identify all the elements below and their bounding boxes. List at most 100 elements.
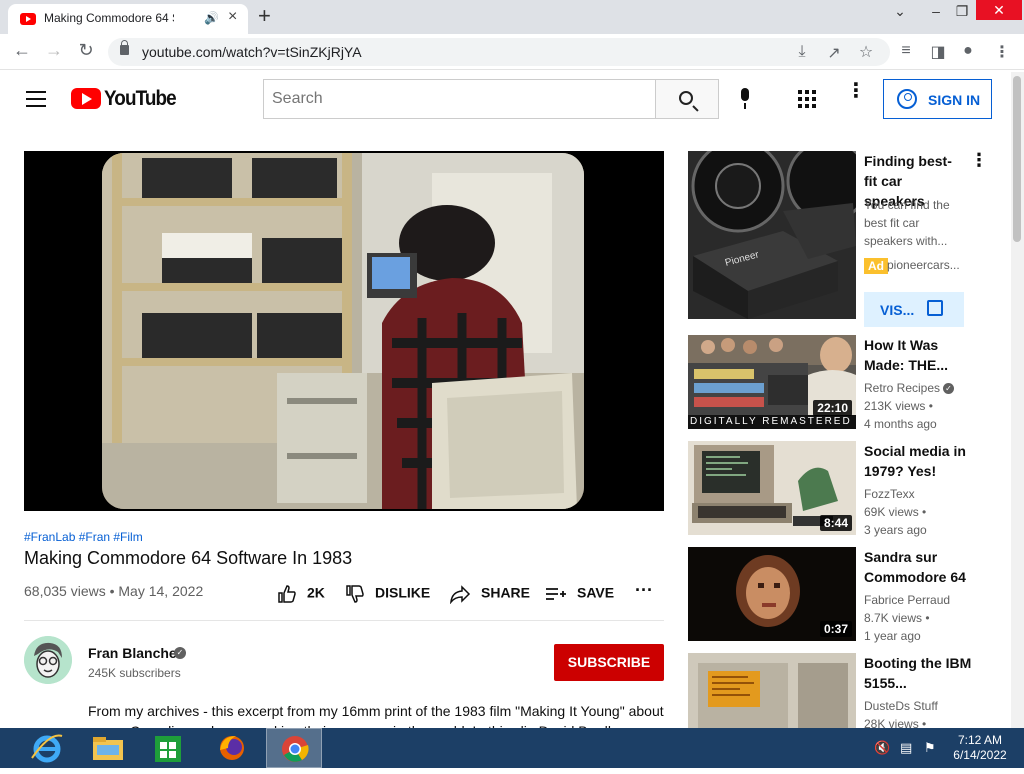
search-button[interactable] [655, 79, 719, 119]
view-count: 213K views • [864, 399, 933, 413]
system-clock[interactable]: 7:12 AM 6/14/2022 [948, 733, 1012, 763]
subscriber-count: 245K subscribers [88, 666, 181, 680]
bookmark-star-icon[interactable]: ☆ [856, 42, 876, 62]
clock-date: 6/14/2022 [953, 748, 1007, 762]
windows-taskbar: 🔇 ▤ ⚑ 7:12 AM 6/14/2022 [0, 728, 1024, 768]
share-button[interactable]: SHARE [449, 584, 530, 604]
ad-domain: pioneercars... [887, 258, 960, 272]
channel-name[interactable]: Fran Blanche [88, 645, 177, 661]
search-input[interactable] [263, 79, 656, 119]
video-title[interactable]: Sandra sur Commodore 64 [864, 547, 974, 587]
file-explorer-icon[interactable] [80, 728, 136, 768]
apps-grid-icon[interactable] [798, 90, 816, 108]
url-text[interactable]: youtube.com/watch?v=tSinZKjRjYA [142, 44, 362, 60]
browser-tab[interactable]: Making Commodore 64 Soft 🔊 × [8, 4, 248, 34]
divider [24, 620, 664, 621]
view-count: 28K views • [864, 717, 927, 728]
video-title[interactable]: Booting the IBM 5155... [864, 653, 974, 693]
install-app-icon[interactable]: ⤓ [792, 43, 812, 61]
share-arrow-icon [450, 585, 471, 604]
chrome-icon[interactable] [266, 728, 322, 768]
verified-check-icon: ✓ [174, 647, 186, 659]
scrollbar-thumb[interactable] [1013, 76, 1021, 242]
video-player[interactable] [24, 151, 664, 511]
media-controls-icon[interactable]: ≡ [896, 42, 916, 60]
video-meta: Fabrice Perraud 8.7K views • 1 year ago [864, 591, 974, 645]
profile-avatar-icon[interactable]: ● [958, 42, 978, 60]
tab-title: Making Commodore 64 Soft [44, 11, 174, 25]
clock-time: 7:12 AM [957, 733, 1003, 747]
thumbs-down-icon [346, 585, 364, 603]
thumbnail-overlay-text: DIGITALLY REMASTERED [690, 416, 852, 427]
account-icon [897, 89, 917, 109]
restore-button[interactable]: ❐ [948, 0, 976, 24]
hamburger-menu-icon[interactable] [26, 91, 46, 107]
action-center-icon[interactable]: ⚑ [924, 740, 936, 756]
ad-more-icon[interactable]: ⋮ [970, 151, 988, 169]
side-panel-icon[interactable]: ◨ [928, 42, 948, 62]
page-scrollbar[interactable] [1011, 72, 1024, 728]
forward-arrow-icon[interactable]: → [42, 40, 66, 61]
lock-icon[interactable] [120, 40, 129, 55]
sign-in-button[interactable]: SIGN IN [883, 79, 992, 119]
minimize-button[interactable]: – [922, 0, 950, 24]
sidebar-ad[interactable]: Pioneer Finding best-fit car speakers ⋮ … [688, 151, 988, 327]
share-page-icon[interactable]: ↗ [824, 43, 844, 63]
firefox-icon[interactable] [204, 728, 260, 768]
address-bar[interactable]: youtube.com/watch?v=tSinZKjRjYA ⤓ ↗ ☆ [108, 38, 890, 66]
tab-search-icon[interactable]: ⌄ [886, 0, 914, 24]
internet-explorer-icon[interactable] [20, 728, 76, 768]
upload-age: 4 months ago [864, 417, 937, 431]
video-title[interactable]: How It Was Made: THE... [864, 335, 974, 375]
video-thumbnail[interactable]: 0:37 [688, 547, 856, 641]
add-to-playlist-icon [546, 588, 566, 600]
audio-playing-icon[interactable]: 🔊 [204, 11, 219, 25]
browser-toolbar: ← → ↻ youtube.com/watch?v=tSinZKjRjYA ⤓ … [0, 34, 1024, 70]
recommended-video[interactable]: Booting the IBM 5155... DusteDs Stuff 28… [688, 653, 988, 728]
close-window-button[interactable]: ✕ [976, 0, 1022, 20]
new-tab-button[interactable]: + [258, 4, 271, 28]
volume-muted-icon[interactable]: 🔇 [874, 740, 890, 756]
store-icon[interactable] [140, 728, 196, 768]
start-button-edge[interactable] [0, 728, 14, 768]
reload-icon[interactable]: ↻ [74, 40, 98, 61]
video-thumbnail[interactable] [688, 653, 856, 728]
channel-name[interactable]: Fabrice Perraud [864, 591, 974, 609]
recommended-video[interactable]: 0:37 Sandra sur Commodore 64 Fabrice Per… [688, 547, 988, 643]
youtube-logo-icon[interactable] [71, 88, 101, 109]
dislike-button[interactable]: DISLIKE [345, 584, 430, 604]
video-hashtags[interactable]: #FranLab #Fran #Film [24, 530, 143, 544]
recommended-video[interactable]: DIGITALLY REMASTERED 22:10 How It Was Ma… [688, 335, 988, 431]
youtube-logo-text[interactable]: YouTube [104, 87, 177, 111]
settings-more-icon[interactable]: ⋮ [846, 81, 866, 101]
close-tab-icon[interactable]: × [228, 8, 237, 26]
channel-name[interactable]: Retro Recipes [864, 381, 940, 395]
external-link-icon [927, 300, 943, 316]
browser-menu-icon[interactable]: ⋮ [992, 42, 1012, 62]
browser-tab-strip: Making Commodore 64 Soft 🔊 × + ⌄ – ❐ ✕ [0, 0, 1024, 34]
more-actions-icon[interactable]: ··· [635, 580, 653, 601]
video-stats: 68,035 views • May 14, 2022 [24, 583, 204, 599]
channel-avatar[interactable] [24, 636, 72, 684]
voice-search-icon[interactable] [739, 88, 751, 112]
view-count: 8.7K views • [864, 611, 930, 625]
video-meta: DusteDs Stuff 28K views • [864, 697, 974, 728]
network-icon[interactable]: ▤ [900, 740, 912, 756]
channel-name[interactable]: DusteDs Stuff [864, 697, 974, 715]
subscribe-button[interactable]: SUBSCRIBE [554, 644, 664, 681]
ad-badge: Ad [864, 258, 888, 274]
like-button[interactable]: 2K [277, 584, 325, 604]
video-thumbnail[interactable]: 8:44 [688, 441, 856, 535]
video-meta: Retro Recipes ✓ 213K views • 4 months ago [864, 379, 974, 433]
back-arrow-icon[interactable]: ← [10, 40, 34, 61]
video-thumbnail[interactable]: DIGITALLY REMASTERED 22:10 [688, 335, 856, 429]
recommended-video[interactable]: 8:44 Social media in 1979? Yes! FozzTexx… [688, 441, 988, 537]
save-button[interactable]: SAVE [545, 584, 614, 604]
search-icon [679, 91, 693, 105]
video-meta: FozzTexx 69K views • 3 years ago [864, 485, 974, 539]
video-title[interactable]: Social media in 1979? Yes! [864, 441, 974, 481]
ad-thumbnail[interactable]: Pioneer [688, 151, 856, 319]
channel-name[interactable]: FozzTexx [864, 485, 974, 503]
view-count: 69K views • [864, 505, 927, 519]
visit-site-button[interactable]: VIS... [864, 292, 964, 327]
